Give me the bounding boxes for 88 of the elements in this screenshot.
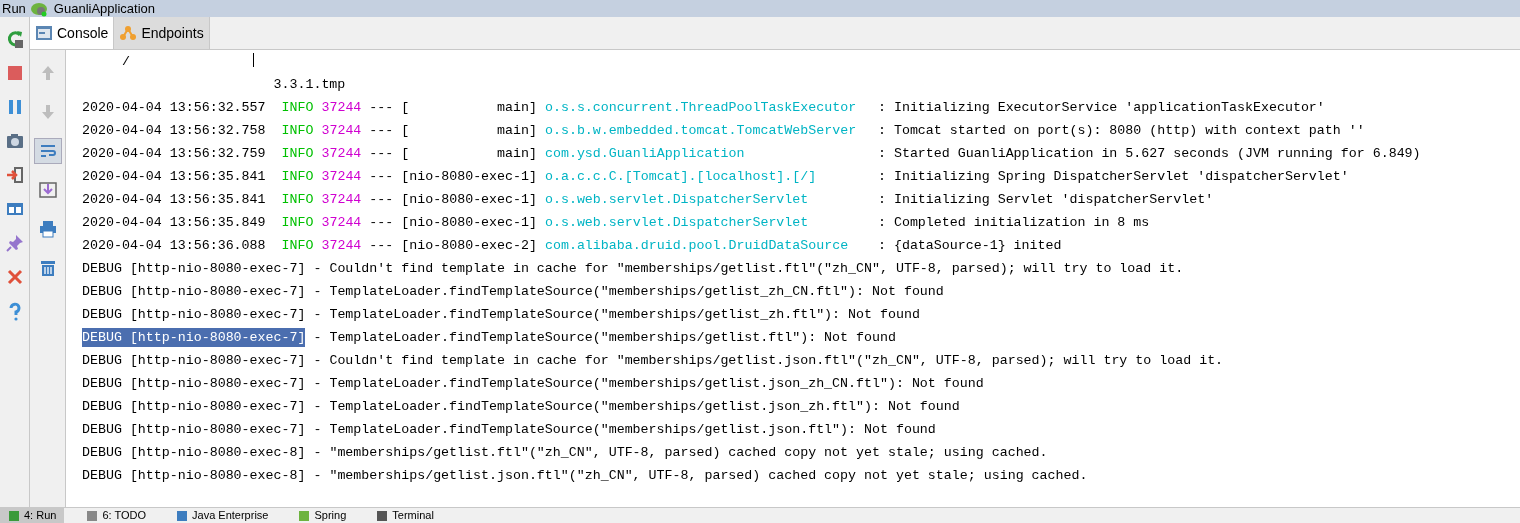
log-timestamp: 2020-04-04 13:56:35.841: [82, 190, 266, 209]
log-level: INFO: [281, 190, 314, 209]
console-text: 3.3.1.tmp: [272, 75, 346, 94]
thread-name: [nio-8080-exec-1]: [401, 167, 537, 186]
log-message: - "memberships/getlist.json.ftl"("zh_CN", UTF-8, parsed) cached copy not yet stale; using cached.: [313, 466, 1088, 485]
log-level: INFO: [281, 144, 314, 163]
log-level: INFO: [281, 213, 314, 232]
log-level: INFO: [281, 236, 314, 255]
window-title: Run: [2, 2, 26, 15]
debug-prefix: DEBUG [http-nio-8080-exec-7]: [82, 259, 306, 278]
logger-name: o.s.web.servlet.DispatcherServlet: [544, 191, 809, 207]
pin-icon[interactable]: [4, 233, 25, 253]
console-text: /: [120, 52, 130, 71]
process-id: 37244: [321, 167, 362, 186]
log-message: : Started GuanliApplication in 5.627 seconds (JVM running for 6.849): [877, 144, 1421, 163]
logger-name: o.s.s.concurrent.ThreadPoolTaskExecutor: [544, 99, 857, 115]
tool-window-tab[interactable]: Spring: [290, 508, 355, 523]
log-timestamp: 2020-04-04 13:56:35.841: [82, 167, 266, 186]
log-timestamp: 2020-04-04 13:56:32.758: [82, 121, 266, 140]
debug-prefix: DEBUG [http-nio-8080-exec-7]: [82, 305, 306, 324]
log-message: - TemplateLoader.findTemplateSource("memberships/getlist.json_zh.ftl"): Not found: [313, 397, 960, 416]
log-separator: ---: [369, 236, 394, 255]
debug-prefix: DEBUG [http-nio-8080-exec-7]: [82, 397, 306, 416]
debug-prefix: DEBUG [http-nio-8080-exec-8]: [82, 443, 306, 462]
log-timestamp: 2020-04-04 13:56:32.557: [82, 98, 266, 117]
log-timestamp: 2020-04-04 13:56:36.088: [82, 236, 266, 255]
print-icon[interactable]: [37, 219, 58, 239]
logger-name: com.alibaba.druid.pool.DruidDataSource: [544, 237, 849, 253]
process-id: 37244: [321, 144, 362, 163]
debug-prefix: DEBUG [http-nio-8080-exec-8]: [82, 466, 306, 485]
log-message: - TemplateLoader.findTemplateSource("memberships/getlist.json_zh_CN.ftl"): Not found: [313, 374, 984, 393]
thread-name: [ main]: [401, 144, 537, 163]
thread-name: [ main]: [401, 121, 537, 140]
debug-prefix: DEBUG [http-nio-8080-exec-7]: [82, 327, 306, 348]
thread-name: [ main]: [401, 98, 537, 117]
endpoints-icon: [119, 25, 138, 41]
log-message: - Couldn't find template in cache for "memberships/getlist.ftl"("zh_CN", UTF-8, parsed); will try to load it.: [313, 259, 1184, 278]
debug-prefix: DEBUG [http-nio-8080-exec-7]: [82, 351, 306, 370]
log-message: : Completed initialization in 8 ms: [877, 213, 1150, 232]
log-message: : Initializing Spring DispatcherServlet 'dispatcherServlet': [877, 167, 1349, 186]
logger-name: o.s.web.servlet.DispatcherServlet: [544, 214, 809, 230]
exit-icon[interactable]: [4, 165, 25, 185]
log-message: : Initializing Servlet 'dispatcherServlet': [877, 190, 1214, 209]
log-separator: ---: [369, 98, 394, 117]
text-cursor: [253, 53, 254, 67]
process-id: 37244: [321, 236, 362, 255]
tool-window-tab[interactable]: 6: TODO: [78, 508, 155, 523]
tab[interactable]: Console: [30, 17, 115, 49]
log-timestamp: 2020-04-04 13:56:35.849: [82, 213, 266, 232]
process-id: 37244: [321, 213, 362, 232]
debug-prefix: DEBUG [http-nio-8080-exec-7]: [82, 420, 306, 439]
tab[interactable]: Endpoints: [114, 17, 210, 49]
thread-name: [nio-8080-exec-1]: [401, 213, 537, 232]
logger-name: o.s.b.w.embedded.tomcat.TomcatWebServer: [544, 122, 857, 138]
log-separator: ---: [369, 213, 394, 232]
log-message: - TemplateLoader.findTemplateSource("memberships/getlist.ftl"): Not found: [313, 328, 896, 347]
thread-name: [nio-8080-exec-2]: [401, 236, 537, 255]
process-id: 37244: [321, 121, 362, 140]
log-message: - "memberships/getlist.ftl"("zh_CN", UTF-8, parsed) cached copy not yet stale; using cached.: [313, 443, 1048, 462]
tool-window-tab[interactable]: Java Enterprise: [168, 508, 277, 523]
app-name: GuanliApplication: [53, 2, 156, 15]
log-message: : Initializing ExecutorService 'applicationTaskExecutor': [877, 98, 1325, 117]
log-message: : {dataSource-1} inited: [877, 236, 1062, 255]
log-message: - TemplateLoader.findTemplateSource("memberships/getlist.json.ftl"): Not found: [313, 420, 936, 439]
debug-prefix: DEBUG [http-nio-8080-exec-7]: [82, 374, 306, 393]
tool-window-tab[interactable]: Terminal: [368, 508, 442, 523]
log-message: - Couldn't find template in cache for "memberships/getlist.json.ftl"("zh_CN", UTF-8, parsed); will try to load it.: [313, 351, 1224, 370]
log-separator: ---: [369, 167, 394, 186]
log-message: : Tomcat started on port(s): 8080 (http) with context path '': [877, 121, 1365, 140]
log-message: - TemplateLoader.findTemplateSource("memberships/getlist_zh.ftl"): Not found: [313, 305, 920, 324]
log-level: INFO: [281, 98, 314, 117]
log-level: INFO: [281, 121, 314, 140]
camera-icon[interactable]: [4, 131, 25, 151]
debug-prefix: DEBUG [http-nio-8080-exec-7]: [82, 282, 306, 301]
thread-name: [nio-8080-exec-1]: [401, 190, 537, 209]
console-icon: [35, 25, 53, 41]
process-id: 37244: [321, 98, 362, 117]
log-separator: ---: [369, 144, 394, 163]
tool-window-tab[interactable]: 4: Run: [0, 508, 65, 523]
logger-name: o.a.c.c.C.[Tomcat].[localhost].[/]: [544, 168, 817, 184]
logger-name: com.ysd.GuanliApplication: [544, 145, 745, 161]
log-level: INFO: [281, 167, 314, 186]
log-separator: ---: [369, 190, 394, 209]
log-message: - TemplateLoader.findTemplateSource("memberships/getlist_zh_CN.ftl"): Not found: [313, 282, 944, 301]
scroll-to-end-icon[interactable]: [37, 180, 58, 200]
process-id: 37244: [321, 190, 362, 209]
log-timestamp: 2020-04-04 13:56:32.759: [82, 144, 266, 163]
log-separator: ---: [369, 121, 394, 140]
